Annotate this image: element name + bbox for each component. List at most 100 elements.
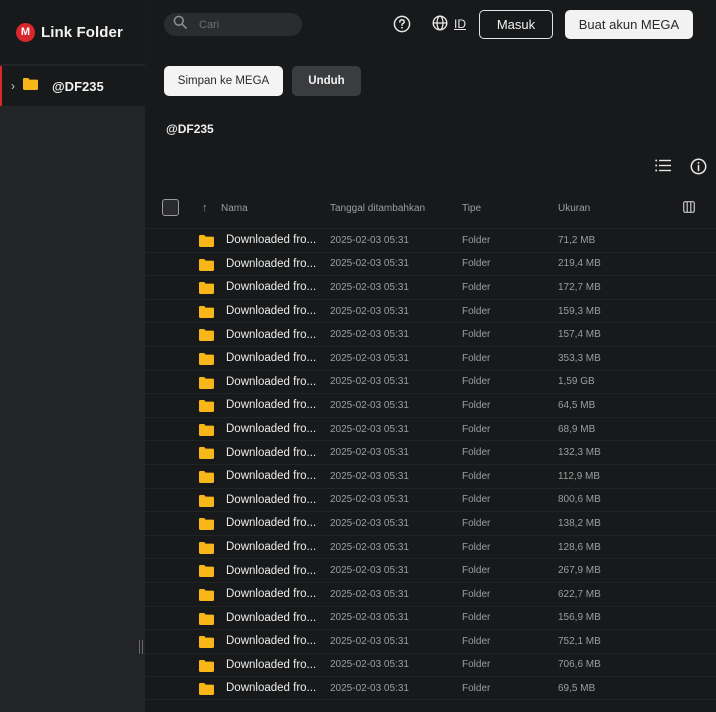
row-size: 800,6 MB — [558, 494, 601, 506]
info-icon[interactable] — [690, 158, 707, 180]
row-type: Folder — [462, 517, 491, 529]
folder-icon — [199, 541, 214, 559]
row-size: 1,59 GB — [558, 376, 595, 388]
row-size: 219,4 MB — [558, 258, 601, 270]
select-all-checkbox[interactable] — [162, 199, 179, 216]
tree-item-root-folder[interactable]: › @DF235 — [0, 66, 146, 106]
table-row[interactable]: Downloaded fro... 2025-02-03 05:31 Folder 3… — [146, 345, 716, 370]
row-name: Downloaded fro... — [226, 658, 316, 671]
row-size: 64,5 MB — [558, 399, 596, 411]
table-row[interactable]: Downloaded fro... 2025-02-03 05:31 Folder 8… — [146, 487, 716, 512]
search-box[interactable] — [164, 13, 302, 36]
row-name: Downloaded fro... — [226, 305, 316, 318]
row-name: Downloaded fro... — [226, 564, 316, 577]
table-row[interactable]: Downloaded fro... 2025-02-03 05:31 Folder 1… — [146, 534, 716, 559]
row-name: Downloaded fro... — [226, 635, 316, 648]
row-date: 2025-02-03 05:31 — [330, 329, 409, 341]
row-name: Downloaded fro... — [226, 423, 316, 436]
login-button[interactable]: Masuk — [479, 10, 553, 39]
folder-icon — [199, 281, 214, 299]
row-type: Folder — [462, 659, 491, 671]
row-size: 138,2 MB — [558, 517, 601, 529]
row-date: 2025-02-03 05:31 — [330, 399, 409, 411]
table-row[interactable]: Downloaded fro... 2025-02-03 05:31 Folder 1… — [146, 440, 716, 464]
row-date: 2025-02-03 05:31 — [330, 682, 409, 694]
column-header-type[interactable]: Tipe — [462, 203, 481, 214]
folder-title: @DF235 — [166, 122, 214, 136]
row-size: 159,3 MB — [558, 305, 601, 317]
row-size: 752,1 MB — [558, 635, 601, 647]
folder-icon — [199, 234, 214, 252]
row-date: 2025-02-03 05:31 — [330, 258, 409, 270]
row-size: 156,9 MB — [558, 612, 601, 624]
row-type: Folder — [462, 352, 491, 364]
folder-icon — [199, 588, 214, 606]
folder-icon — [23, 77, 38, 95]
row-size: 112,9 MB — [558, 470, 601, 482]
table-row[interactable]: Downloaded fro... 2025-02-03 05:31 Folder 6… — [146, 416, 716, 441]
row-date: 2025-02-03 05:31 — [330, 352, 409, 364]
table-row[interactable]: Downloaded fro... 2025-02-03 05:31 Folder 6… — [146, 581, 716, 606]
folder-icon — [199, 494, 214, 512]
columns-icon[interactable] — [683, 200, 695, 218]
row-size: 172,7 MB — [558, 281, 601, 293]
row-type: Folder — [462, 423, 491, 435]
row-name: Downloaded fro... — [226, 470, 316, 483]
row-type: Folder — [462, 612, 491, 624]
folder-icon — [199, 635, 214, 653]
save-to-mega-button[interactable]: Simpan ke MEGA — [164, 66, 283, 96]
search-icon — [173, 15, 187, 34]
table-row[interactable]: Downloaded fro... 2025-02-03 05:31 Folder 2… — [146, 558, 716, 582]
row-size: 71,2 MB — [558, 234, 596, 246]
row-date: 2025-02-03 05:31 — [330, 541, 409, 553]
row-type: Folder — [462, 541, 491, 553]
globe-icon[interactable] — [432, 15, 448, 36]
row-date: 2025-02-03 05:31 — [330, 423, 409, 435]
row-type: Folder — [462, 470, 491, 482]
table-row[interactable]: Downloaded fro... 2025-02-03 05:31 Folder 7… — [146, 652, 716, 677]
help-icon[interactable] — [393, 15, 411, 38]
row-name: Downloaded fro... — [226, 328, 316, 341]
chevron-right-icon[interactable]: › — [6, 79, 20, 93]
sidebar: M Link Folder › @DF235 — [0, 0, 146, 712]
list-view-icon[interactable] — [655, 159, 671, 177]
table-row[interactable]: Downloaded fro... 2025-02-03 05:31 Folder 1… — [146, 322, 716, 346]
table-row[interactable]: Downloaded fro... 2025-02-03 05:31 Folder 7… — [146, 228, 716, 252]
column-header-name[interactable]: Nama — [221, 203, 248, 214]
table-row[interactable]: Downloaded fro... 2025-02-03 05:31 Folder 1… — [146, 463, 716, 488]
language-selector[interactable]: ID — [454, 17, 466, 31]
row-date: 2025-02-03 05:31 — [330, 659, 409, 671]
create-account-button[interactable]: Buat akun MEGA — [565, 10, 693, 39]
row-type: Folder — [462, 494, 491, 506]
search-input[interactable] — [199, 18, 289, 31]
table-row[interactable]: Downloaded fro... 2025-02-03 05:31 Folder 1… — [146, 605, 716, 630]
table-row[interactable]: Downloaded fro... 2025-02-03 05:31 Folder 1… — [146, 511, 716, 535]
row-date: 2025-02-03 05:31 — [330, 305, 409, 317]
table-row[interactable]: Downloaded fro... 2025-02-03 05:31 Folder 1… — [146, 275, 716, 299]
table-row[interactable]: Downloaded fro... 2025-02-03 05:31 Folder 1… — [146, 298, 716, 323]
row-date: 2025-02-03 05:31 — [330, 517, 409, 529]
table-row[interactable]: Downloaded fro... 2025-02-03 05:31 Folder 1… — [146, 369, 716, 394]
row-name: Downloaded fro... — [226, 375, 316, 388]
column-header-size[interactable]: Ukuran — [558, 203, 590, 214]
folder-icon — [199, 446, 214, 464]
row-date: 2025-02-03 05:31 — [330, 588, 409, 600]
row-date: 2025-02-03 05:31 — [330, 470, 409, 482]
row-name: Downloaded fro... — [226, 446, 316, 459]
sidebar-resize-handle[interactable] — [139, 640, 145, 654]
row-name: Downloaded fro... — [226, 611, 316, 624]
table-row[interactable]: Downloaded fro... 2025-02-03 05:31 Folder 6… — [146, 676, 716, 700]
row-name: Downloaded fro... — [226, 399, 316, 412]
download-button[interactable]: Unduh — [292, 66, 361, 96]
row-type: Folder — [462, 565, 491, 577]
row-type: Folder — [462, 234, 491, 246]
table-row[interactable]: Downloaded fro... 2025-02-03 05:31 Folder 7… — [146, 629, 716, 653]
table-row[interactable]: Downloaded fro... 2025-02-03 05:31 Folder 6… — [146, 393, 716, 417]
folder-icon — [199, 517, 214, 535]
table-row[interactable]: Downloaded fro... 2025-02-03 05:31 Folder 2… — [146, 251, 716, 276]
row-name: Downloaded fro... — [226, 281, 316, 294]
sort-arrow-icon[interactable]: ↑ — [202, 202, 208, 214]
column-header-date[interactable]: Tanggal ditambahkan — [330, 203, 425, 214]
row-type: Folder — [462, 635, 491, 647]
row-size: 132,3 MB — [558, 447, 601, 459]
